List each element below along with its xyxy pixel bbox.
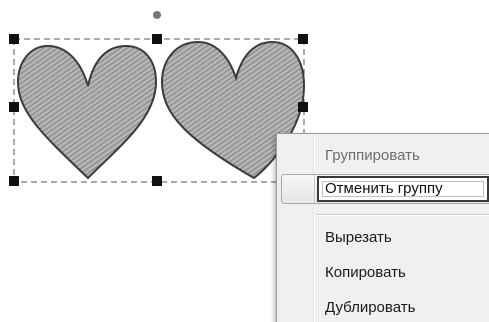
menu-item-cut[interactable]: Вырезать [325, 226, 392, 250]
selection-handle-top-center[interactable] [152, 34, 162, 44]
heart-shape-left[interactable] [16, 44, 158, 180]
selection-handle-bottom-left[interactable] [9, 176, 19, 186]
menu-icon-gutter [277, 134, 311, 322]
selection-handle-top-right[interactable] [298, 34, 308, 44]
menu-highlight-gutter [282, 175, 315, 203]
menu-item-ungroup-label: Отменить группу [325, 180, 443, 197]
selection-handle-top-left[interactable] [9, 34, 19, 44]
design-canvas[interactable]: Группировать Отменить группу Вырезать Ко… [0, 0, 489, 322]
menu-item-duplicate[interactable]: Дублировать [325, 296, 415, 320]
selection-handle-middle-left[interactable] [9, 102, 19, 112]
selection-handle-bottom-center[interactable] [152, 176, 162, 186]
rotate-handle-icon[interactable] [153, 11, 161, 19]
menu-item-ungroup[interactable]: Отменить группу [317, 176, 489, 202]
selection-handle-middle-right[interactable] [298, 102, 308, 112]
menu-separator [317, 214, 489, 216]
context-menu: Группировать Отменить группу Вырезать Ко… [276, 133, 489, 322]
menu-item-copy[interactable]: Копировать [325, 261, 406, 285]
menu-item-group[interactable]: Группировать [325, 144, 420, 168]
menu-gutter-divider [313, 134, 315, 322]
